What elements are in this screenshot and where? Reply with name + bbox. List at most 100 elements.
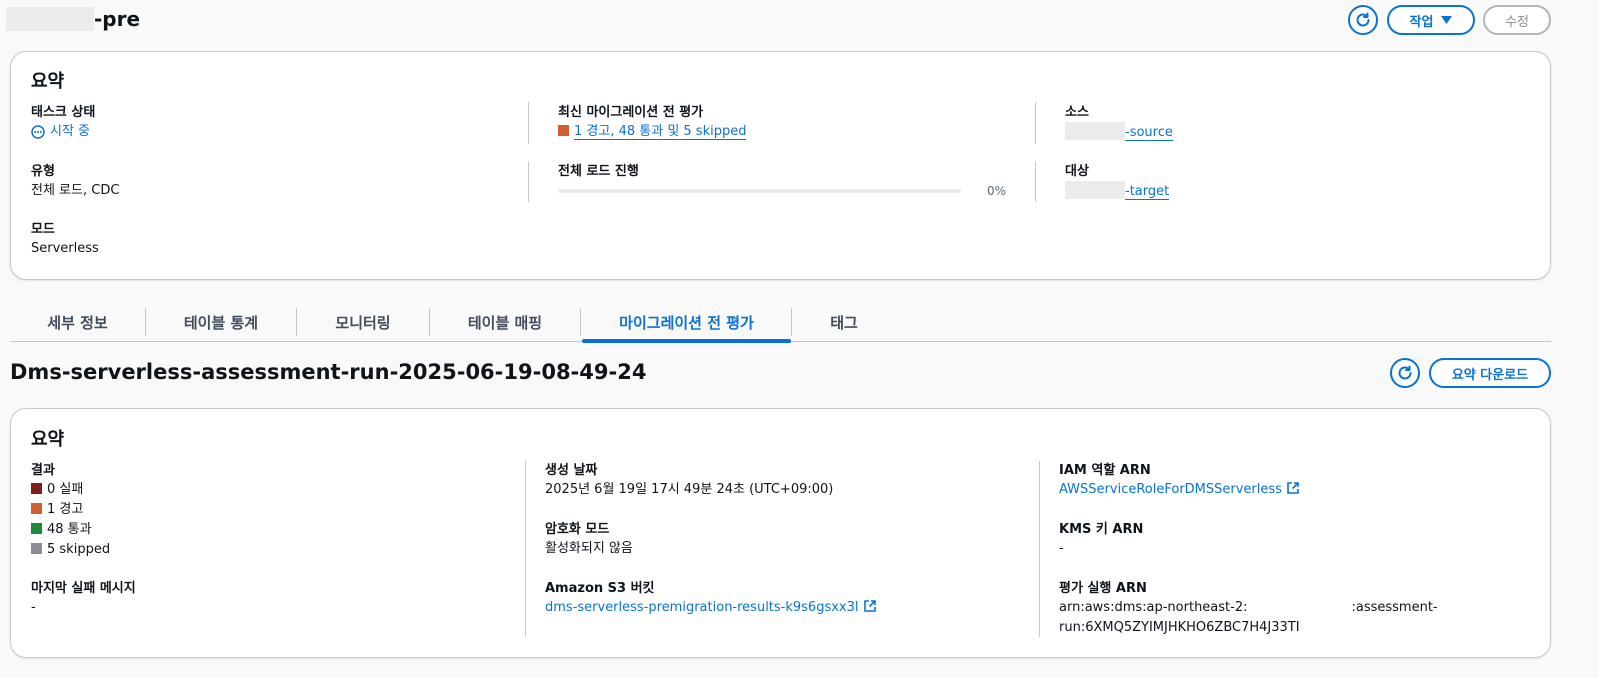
status-label: 태스크 상태 [31, 105, 96, 120]
result-passed: 48 통과 [47, 522, 92, 537]
target-link[interactable]: -target [1125, 184, 1170, 200]
assessment-refresh-button[interactable] [1390, 358, 1420, 388]
target-label: 대상 [1065, 164, 1089, 179]
divider [1035, 162, 1036, 202]
run-arn-suffix: :assessment- [1351, 600, 1438, 615]
in-progress-icon [31, 125, 45, 139]
iam-role-link[interactable]: AWSServiceRoleForDMSServerless [1059, 482, 1282, 497]
created-label: 생성 날짜 [545, 463, 598, 478]
last-failure-value: - [31, 600, 36, 615]
fullload-field: 전체 로드 진행 [558, 163, 1008, 181]
failed-square-icon [31, 483, 42, 494]
divider [525, 461, 526, 637]
result-item: 1 경고 [31, 500, 110, 520]
status-text: 시작 중 [50, 124, 91, 139]
source-value: -source [1065, 122, 1173, 143]
encryption-field: 암호화 모드 활성화되지 않음 [545, 521, 633, 559]
divider [1035, 102, 1036, 144]
edit-label: 수정 [1505, 14, 1529, 30]
tab-premigration-assessment[interactable]: 마이그레이션 전 평가 [582, 302, 791, 343]
divider [528, 102, 529, 144]
result-item: 0 실패 [31, 480, 110, 500]
refresh-icon [1356, 12, 1370, 27]
run-arn-line-2: run:6XMQ5ZYIMJHKHO6ZBC7H4J33TI [1059, 620, 1300, 635]
page-title: -pre [94, 7, 141, 31]
divider [1039, 461, 1040, 637]
divider [528, 162, 529, 202]
tab-separator [580, 308, 581, 336]
mode-value: Serverless [31, 241, 99, 256]
s3-label: Amazon S3 버킷 [545, 581, 655, 596]
fullload-progress-bar [558, 189, 961, 193]
actions-label: 작업 [1409, 14, 1434, 30]
external-link-icon[interactable] [863, 599, 877, 613]
result-item: 5 skipped [31, 540, 110, 560]
result-label: 결과 [31, 463, 55, 478]
run-arn-line-1: arn:aws:dms:ap-northeast-2: :assessment- [1059, 598, 1529, 618]
external-link-icon[interactable] [1286, 481, 1300, 495]
status-field: 태스크 상태 시작 중 [31, 104, 95, 142]
redacted-block [1065, 122, 1125, 140]
target-field: 대상 -target [1065, 163, 1170, 202]
run-arn-prefix: arn:aws:dms:ap-northeast-2: [1059, 600, 1248, 615]
assessment-run-title: Dms-serverless-assessment-run-2025-06-19… [10, 360, 647, 384]
encryption-value: 활성화되지 않음 [545, 541, 633, 556]
actions-dropdown-button[interactable]: 작업 [1387, 5, 1475, 35]
warning-square-icon [31, 503, 42, 514]
source-field: 소스 -source [1065, 104, 1173, 143]
mode-field: 모드 Serverless [31, 221, 99, 259]
premigration-field: 최신 마이그레이션 전 평가 1 경고, 48 통과 및 5 skipped [558, 104, 747, 142]
card-title: 요약 [31, 71, 65, 92]
tab-monitoring[interactable]: 모니터링 [297, 302, 429, 342]
task-summary-card: 요약 태스크 상태 시작 중 유형 전체 로드, CDC 모드 Serverle… [10, 51, 1551, 280]
card-title: 요약 [31, 429, 65, 450]
status-value: 시작 중 [31, 122, 95, 142]
assessment-summary-card: 요약 결과 0 실패 1 경고 48 통과 5 skipped 마지막 실패 메… [10, 408, 1551, 658]
source-label: 소스 [1065, 105, 1089, 120]
result-field: 결과 0 실패 1 경고 48 통과 5 skipped [31, 462, 110, 560]
edit-button[interactable]: 수정 [1483, 5, 1551, 35]
result-item: 48 통과 [31, 520, 110, 540]
warning-square-icon [558, 125, 569, 136]
iam-field: IAM 역할 ARN AWSServiceRoleForDMSServerles… [1059, 462, 1300, 500]
redacted-name [6, 7, 94, 31]
premigration-link[interactable]: 1 경고, 48 통과 및 5 skipped [574, 124, 747, 140]
caret-down-icon [1441, 16, 1453, 24]
encryption-label: 암호화 모드 [545, 522, 610, 537]
result-failed: 0 실패 [47, 482, 84, 497]
tab-bar: 세부 정보 테이블 통계 모니터링 테이블 매핑 마이그레이션 전 평가 태그 [10, 302, 1551, 343]
download-summary-button[interactable]: 요약 다운로드 [1429, 358, 1551, 388]
passed-square-icon [31, 523, 42, 534]
result-skipped: 5 skipped [47, 542, 111, 557]
refresh-button[interactable] [1348, 5, 1378, 35]
tab-details[interactable]: 세부 정보 [10, 302, 145, 342]
premigration-value: 1 경고, 48 통과 및 5 skipped [558, 122, 747, 142]
premigration-label: 최신 마이그레이션 전 평가 [558, 105, 704, 120]
kms-field: KMS 키 ARN - [1059, 521, 1143, 559]
kms-value: - [1059, 541, 1064, 556]
fullload-percent: 0% [987, 184, 1007, 198]
run-arn-field: 평가 실행 ARN arn:aws:dms:ap-northeast-2::as… [1059, 580, 1529, 638]
kms-label: KMS 키 ARN [1059, 522, 1144, 537]
created-value: 2025년 6월 19일 17시 49분 24초 (UTC+09:00) [545, 482, 834, 497]
skipped-square-icon [31, 543, 42, 554]
tab-table-mapping[interactable]: 테이블 매핑 [430, 302, 580, 342]
download-summary-label: 요약 다운로드 [1451, 367, 1529, 383]
redacted-block [1065, 181, 1125, 199]
s3-field: Amazon S3 버킷 dms-serverless-premigration… [545, 580, 877, 618]
source-link[interactable]: -source [1125, 125, 1173, 141]
last-failure-label: 마지막 실패 메시지 [31, 581, 136, 596]
type-field: 유형 전체 로드, CDC [31, 163, 119, 201]
mode-label: 모드 [31, 222, 55, 237]
tab-tags[interactable]: 태그 [792, 302, 896, 342]
s3-value: dms-serverless-premigration-results-k9s6… [545, 598, 877, 618]
last-failure-field: 마지막 실패 메시지 - [31, 580, 136, 618]
s3-bucket-link[interactable]: dms-serverless-premigration-results-k9s6… [545, 600, 859, 615]
page-header: -pre 작업 수정 [0, 0, 1599, 40]
iam-label: IAM 역할 ARN [1059, 463, 1151, 478]
type-value: 전체 로드, CDC [31, 183, 120, 198]
tab-table-statistics[interactable]: 테이블 통계 [146, 302, 296, 342]
result-warning: 1 경고 [47, 502, 84, 517]
created-field: 생성 날짜 2025년 6월 19일 17시 49분 24초 (UTC+09:0… [545, 462, 833, 500]
iam-value: AWSServiceRoleForDMSServerless [1059, 480, 1300, 500]
